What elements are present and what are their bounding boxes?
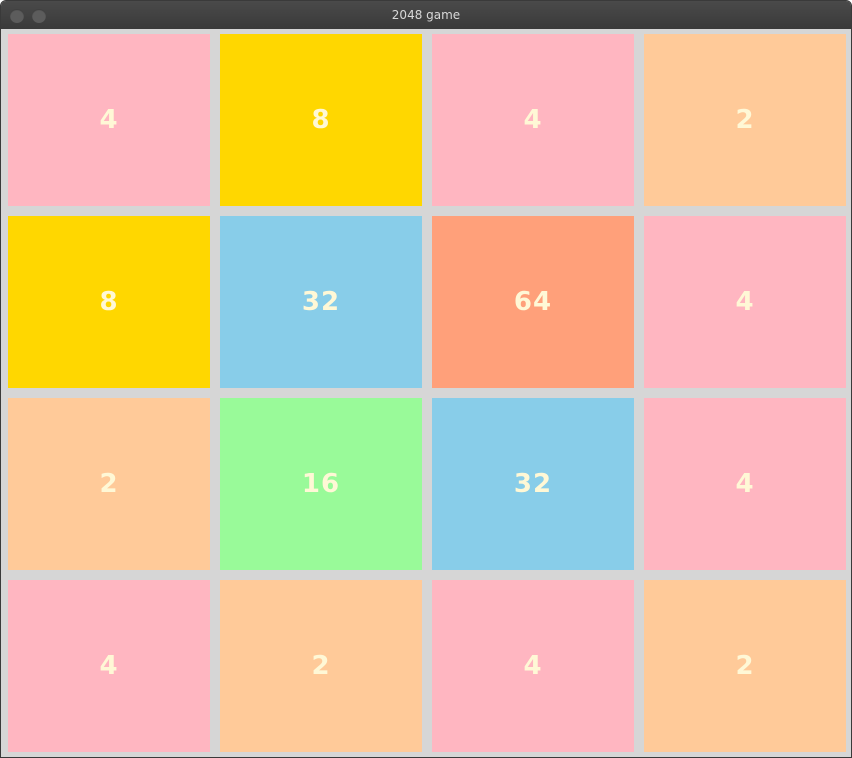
window-title: 2048 game [391, 8, 461, 22]
tile: 4 [8, 34, 210, 206]
tile: 4 [8, 580, 210, 752]
title-bar[interactable]: 2048 game [1, 1, 851, 29]
tile: 32 [432, 398, 634, 570]
game-board[interactable]: 4 8 4 2 8 32 64 4 2 16 32 4 4 2 4 2 [1, 29, 851, 757]
tile: 8 [220, 34, 422, 206]
game-window: 2048 game 4 8 4 2 8 32 64 4 2 16 32 4 4 … [0, 0, 852, 758]
tile: 32 [220, 216, 422, 388]
close-window-button[interactable] [10, 9, 24, 23]
minimize-window-button[interactable] [32, 9, 46, 23]
tile: 8 [8, 216, 210, 388]
tile: 4 [432, 34, 634, 206]
tile: 2 [8, 398, 210, 570]
tile: 64 [432, 216, 634, 388]
tile: 4 [644, 398, 846, 570]
tile: 4 [644, 216, 846, 388]
tile: 2 [220, 580, 422, 752]
tile: 4 [432, 580, 634, 752]
tile: 2 [644, 580, 846, 752]
tile: 16 [220, 398, 422, 570]
tile: 2 [644, 34, 846, 206]
